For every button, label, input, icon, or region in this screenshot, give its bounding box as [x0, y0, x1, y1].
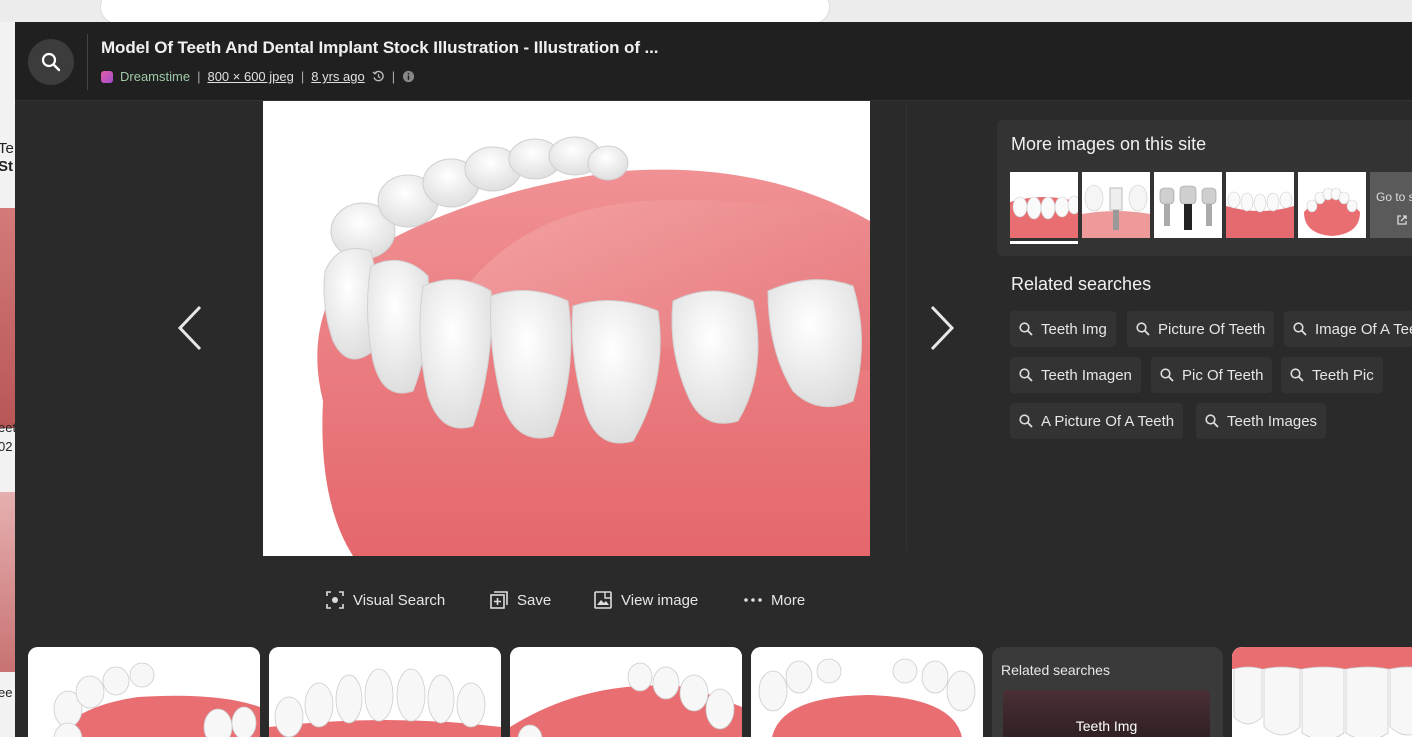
similar-image-card[interactable]	[751, 647, 983, 737]
more-images-thumbnail[interactable]	[1298, 172, 1366, 238]
similar-image-card[interactable]	[269, 647, 501, 737]
related-search-label: Teeth Images	[1227, 412, 1318, 430]
chevron-left-icon	[177, 305, 202, 351]
related-search-label: Teeth Img	[1041, 320, 1107, 338]
search-icon	[1293, 322, 1307, 336]
related-search-label: A Picture Of A Teeth	[1041, 412, 1175, 430]
related-searches-card[interactable]: Related searches Teeth Img	[992, 647, 1223, 737]
background-thumbnail	[0, 492, 15, 672]
background-text: 02	[0, 439, 13, 454]
header-divider	[87, 34, 88, 90]
search-icon	[1136, 322, 1150, 336]
related-search-chip[interactable]: Picture Of Teeth	[1127, 311, 1275, 347]
image-title[interactable]: Model Of Teeth And Dental Implant Stock …	[101, 38, 659, 58]
search-icon	[41, 52, 61, 72]
view-image-button[interactable]: View image	[593, 590, 698, 610]
related-search-chip[interactable]: A Picture Of A Teeth	[1010, 403, 1184, 439]
history-icon[interactable]	[372, 70, 385, 83]
more-label: More	[771, 591, 806, 609]
more-images-thumbnail[interactable]	[1010, 172, 1078, 238]
related-search-label: Teeth Pic	[1312, 366, 1374, 384]
more-images-panel: More images on this site Go to s	[997, 120, 1412, 256]
next-image-button[interactable]	[921, 305, 961, 351]
save-label: Save	[517, 591, 552, 609]
related-searches-card-label: Teeth Img	[1075, 718, 1138, 734]
background-search-bar	[100, 0, 830, 24]
related-search-label: Picture Of Teeth	[1158, 320, 1266, 338]
background-results-strip: Te St eet 02 ee	[0, 22, 15, 737]
more-images-title: More images on this site	[1011, 134, 1207, 154]
more-dots-icon	[744, 598, 762, 602]
more-images-thumbnail[interactable]	[1154, 172, 1222, 238]
related-search-label: Teeth Imagen	[1041, 366, 1132, 384]
age-link[interactable]: 8 yrs ago	[311, 69, 364, 84]
related-search-chip[interactable]: Pic Of Teeth	[1151, 357, 1273, 393]
search-icon	[1019, 414, 1033, 428]
dreamstime-logo-icon	[101, 70, 113, 83]
visual-search-icon	[326, 591, 344, 609]
separator: |	[300, 69, 305, 84]
panel-divider	[906, 101, 907, 551]
related-search-label: Pic Of Teeth	[1182, 366, 1264, 384]
related-search-label: Image Of A Tee	[1315, 320, 1412, 338]
image-meta: Dreamstime | 800 × 600 jpeg | 8 yrs ago …	[101, 69, 415, 84]
related-searches-card-image[interactable]: Teeth Img	[1003, 690, 1210, 737]
related-searches-card-title: Related searches	[1001, 662, 1110, 678]
related-search-chip[interactable]: Image Of A Tee	[1284, 311, 1412, 347]
similar-image-card[interactable]	[1232, 647, 1412, 737]
chevron-right-icon	[930, 305, 955, 351]
source-link[interactable]: Dreamstime	[120, 69, 190, 84]
search-button[interactable]	[28, 39, 74, 85]
related-search-chip[interactable]: Teeth Imagen	[1010, 357, 1141, 393]
search-icon	[1290, 368, 1304, 382]
separator: |	[197, 69, 201, 84]
search-icon	[1019, 368, 1033, 382]
background-thumbnail	[0, 208, 15, 428]
related-search-chip[interactable]: Teeth Pic	[1281, 357, 1383, 393]
visual-search-label: Visual Search	[353, 591, 446, 609]
related-searches-title: Related searches	[1011, 274, 1152, 294]
view-image-icon	[594, 591, 612, 609]
background-text: Te	[0, 140, 14, 157]
more-images-thumbnail[interactable]	[1226, 172, 1294, 238]
image-preview-overlay: Model Of Teeth And Dental Implant Stock …	[15, 22, 1412, 737]
search-icon	[1160, 368, 1174, 382]
search-icon	[1019, 322, 1033, 336]
more-images-thumbnail[interactable]	[1082, 172, 1150, 238]
search-icon	[1205, 414, 1219, 428]
similar-image-card[interactable]	[28, 647, 260, 737]
background-text: St	[0, 158, 13, 175]
background-text: ee	[0, 685, 13, 700]
go-to-site-button[interactable]: Go to s	[1370, 172, 1412, 238]
info-icon[interactable]	[402, 70, 415, 83]
related-search-chip[interactable]: Teeth Images	[1196, 403, 1327, 439]
preview-image[interactable]	[263, 101, 870, 556]
preview-header: Model Of Teeth And Dental Implant Stock …	[15, 22, 1412, 101]
similar-image-card[interactable]	[510, 647, 742, 737]
save-icon	[490, 591, 508, 609]
previous-image-button[interactable]	[171, 305, 211, 351]
dimensions-link[interactable]: 800 × 600 jpeg	[207, 69, 293, 84]
visual-search-button[interactable]: Visual Search	[325, 590, 445, 610]
external-link-icon	[1397, 215, 1407, 225]
save-button[interactable]: Save	[489, 590, 551, 610]
go-to-site-label: Go to s	[1376, 190, 1412, 204]
separator: |	[391, 69, 396, 84]
active-thumbnail-indicator	[1010, 241, 1078, 244]
related-search-chip[interactable]: Teeth Img	[1010, 311, 1116, 347]
background-text: eet	[0, 420, 15, 435]
view-image-label: View image	[621, 591, 699, 609]
more-button[interactable]: More	[743, 590, 805, 610]
dental-model-illustration	[317, 136, 870, 556]
more-images-thumbnails	[1010, 172, 1366, 238]
